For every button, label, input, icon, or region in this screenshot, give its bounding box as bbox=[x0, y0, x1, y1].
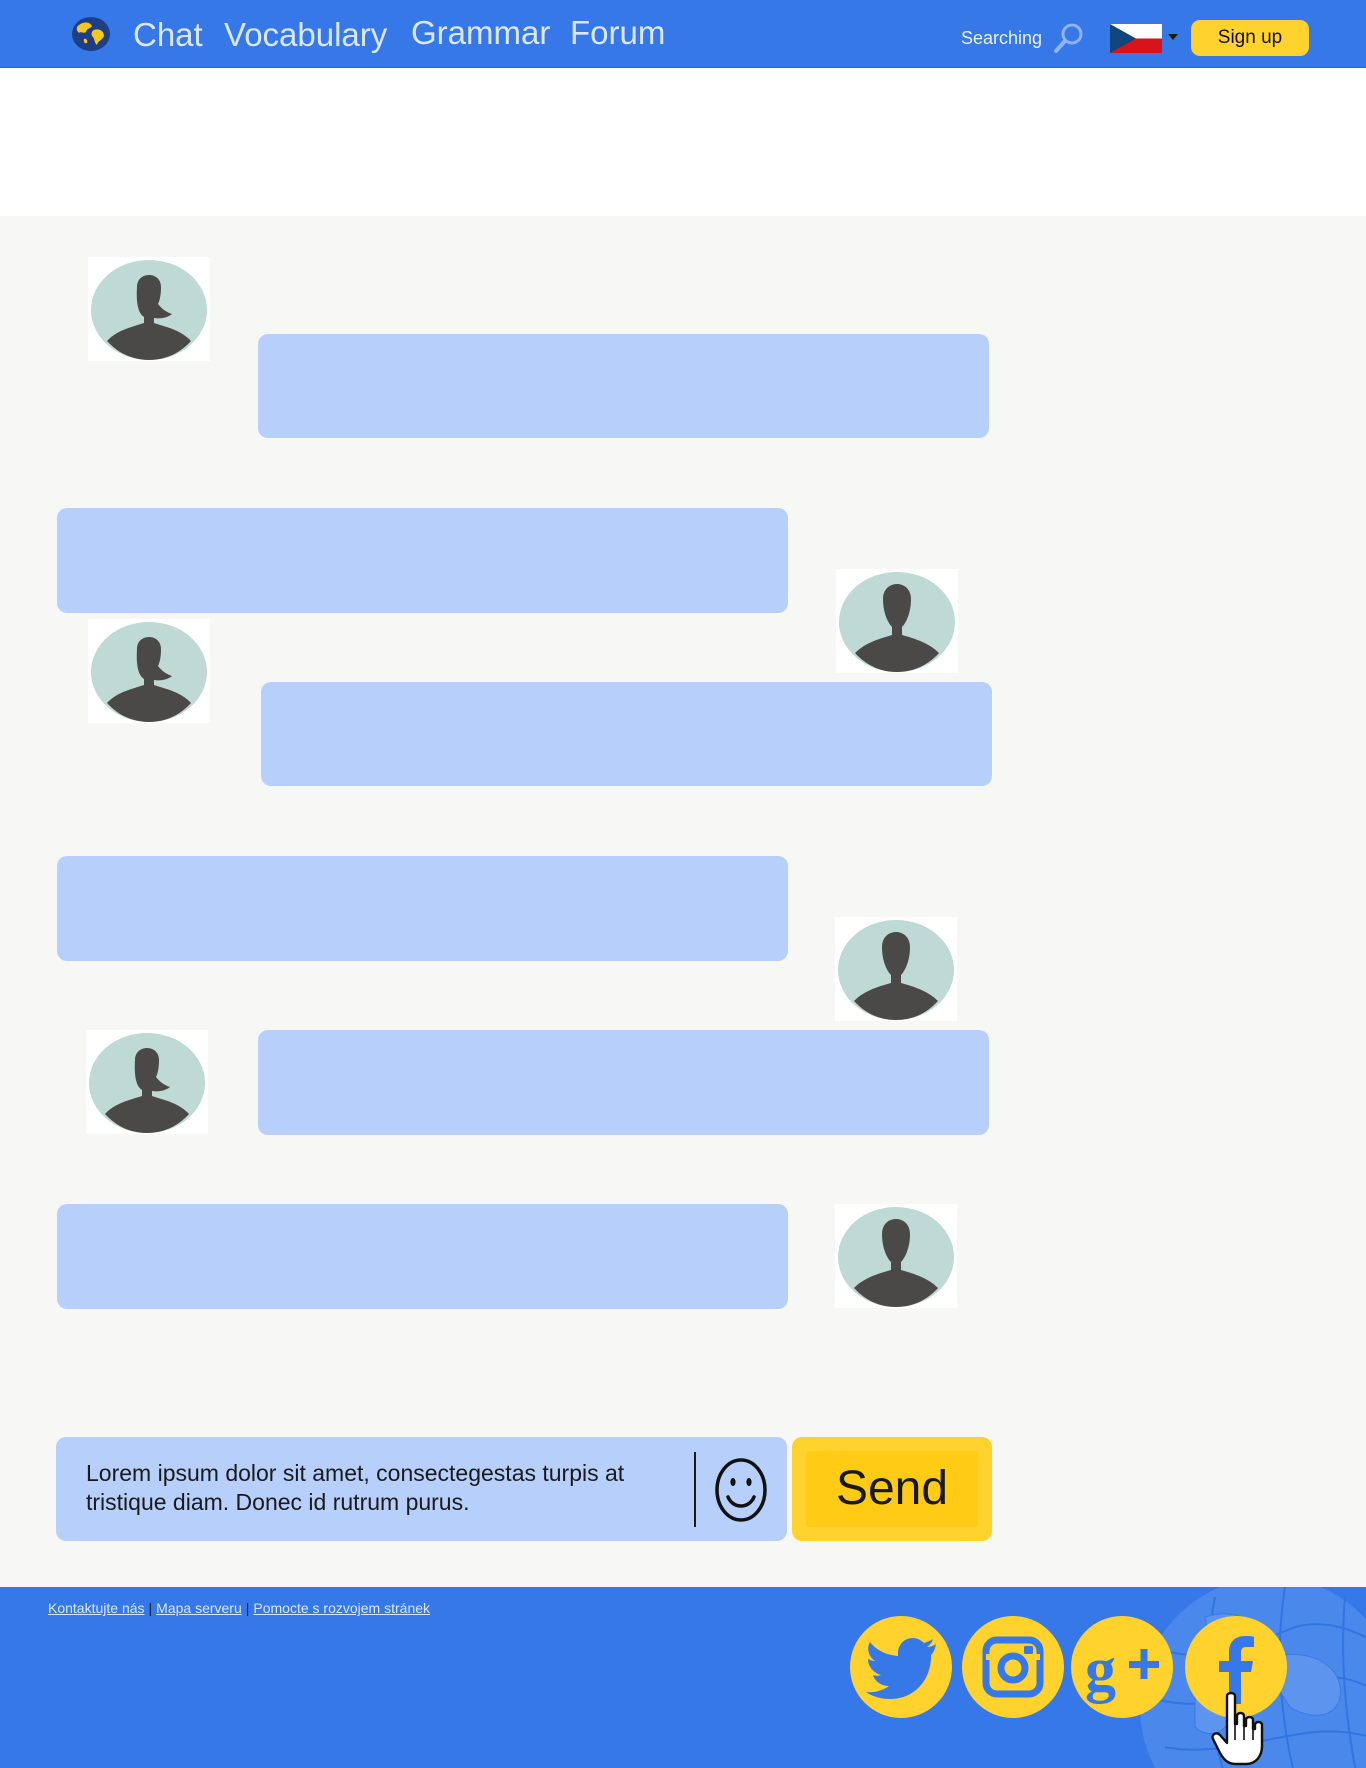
footer-links: Kontaktujte nás | Mapa serveru | Pomocte s r… bbox=[48, 1599, 430, 1617]
czech-flag-icon[interactable] bbox=[1110, 24, 1162, 53]
male-avatar bbox=[835, 917, 957, 1021]
hand-cursor-icon bbox=[1211, 1691, 1264, 1766]
female-avatar bbox=[88, 257, 210, 361]
google-plus-button[interactable]: g bbox=[1071, 1616, 1173, 1718]
input-divider bbox=[694, 1452, 696, 1527]
search-label[interactable]: Searching bbox=[961, 27, 1042, 49]
footer-link-contact[interactable]: Kontaktujte nás bbox=[48, 1600, 145, 1616]
female-avatar bbox=[88, 619, 210, 723]
send-button-label: Send bbox=[806, 1451, 978, 1527]
top-navbar: Chat Vocabulary Grammar Forum Searching … bbox=[0, 0, 1366, 68]
nav-grammar[interactable]: Grammar bbox=[411, 13, 550, 53]
twitter-icon bbox=[866, 1638, 936, 1699]
footer: Kontaktujte nás | Mapa serveru | Pomocte s r… bbox=[0, 1587, 1366, 1768]
message-input-text[interactable]: Lorem ipsum dolor sit amet, consectegest… bbox=[86, 1459, 656, 1517]
banner-area bbox=[0, 68, 1366, 216]
nav-chat[interactable]: Chat bbox=[133, 15, 203, 55]
male-avatar bbox=[835, 1204, 957, 1308]
nav-vocabulary[interactable]: Vocabulary bbox=[224, 15, 387, 55]
message-input[interactable]: Lorem ipsum dolor sit amet, consectegest… bbox=[56, 1437, 787, 1541]
nav-forum[interactable]: Forum bbox=[570, 13, 665, 53]
message-bubble bbox=[261, 682, 992, 786]
footer-separator: | bbox=[148, 1600, 153, 1616]
message-bubble bbox=[57, 856, 788, 961]
instagram-icon bbox=[982, 1636, 1044, 1698]
globe-logo-icon[interactable] bbox=[70, 16, 112, 52]
search-icon[interactable] bbox=[1053, 22, 1085, 54]
footer-link-help[interactable]: Pomocte s rozvojem stránek bbox=[253, 1600, 430, 1616]
message-bubble bbox=[258, 334, 989, 438]
google-plus-icon: g bbox=[1085, 1636, 1159, 1704]
svg-text:g: g bbox=[1085, 1636, 1116, 1704]
chevron-down-icon[interactable] bbox=[1166, 30, 1180, 44]
smiley-icon[interactable] bbox=[713, 1457, 769, 1523]
twitter-button[interactable] bbox=[850, 1616, 952, 1718]
message-bubble bbox=[57, 1204, 788, 1309]
female-avatar bbox=[86, 1030, 208, 1134]
message-bubble bbox=[57, 508, 788, 613]
footer-separator: | bbox=[245, 1600, 250, 1616]
send-button[interactable]: Send bbox=[792, 1437, 992, 1541]
male-avatar bbox=[836, 569, 958, 673]
sign-up-button[interactable]: Sign up bbox=[1191, 20, 1309, 56]
message-bubble bbox=[258, 1030, 989, 1135]
instagram-button[interactable] bbox=[962, 1616, 1064, 1718]
footer-link-sitemap[interactable]: Mapa serveru bbox=[156, 1600, 242, 1616]
